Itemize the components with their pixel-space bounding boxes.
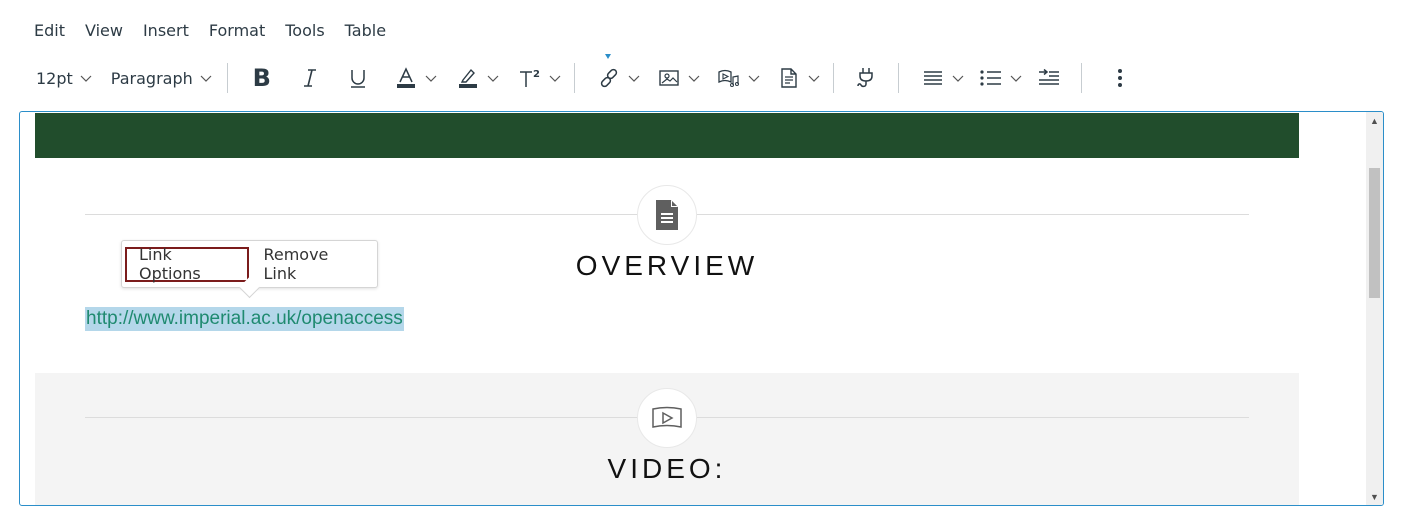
list-button[interactable] xyxy=(979,58,1023,98)
plug-icon xyxy=(854,66,878,90)
video-icon xyxy=(652,406,682,428)
superscript-button[interactable]: 2 xyxy=(518,58,562,98)
align-button[interactable] xyxy=(921,58,965,98)
header-banner xyxy=(35,113,1299,158)
italic-button[interactable] xyxy=(298,58,322,98)
toolbar-divider xyxy=(226,63,228,93)
chevron-down-icon xyxy=(80,75,92,82)
scroll-down-arrow-icon[interactable]: ▼ xyxy=(1366,488,1383,505)
font-size-value: 12pt xyxy=(36,68,73,88)
more-vertical-icon xyxy=(1108,66,1132,90)
chevron-down-icon xyxy=(487,75,499,82)
menubar: Edit View Insert Format Tools Table xyxy=(24,18,396,44)
toolbar-divider xyxy=(1080,63,1082,93)
indent-button[interactable] xyxy=(1037,58,1061,98)
toolbar: 12pt Paragraph B 2 xyxy=(24,54,1132,98)
menu-table[interactable]: Table xyxy=(335,18,396,44)
chevron-down-icon xyxy=(549,75,561,82)
text-color-icon xyxy=(394,66,418,90)
chevron-down-icon xyxy=(688,75,700,82)
document-icon xyxy=(656,200,678,230)
underline-button[interactable] xyxy=(346,58,370,98)
underline-icon xyxy=(346,66,370,90)
video-section: VIDEO: xyxy=(35,373,1299,505)
italic-icon xyxy=(298,66,322,90)
chevron-down-icon xyxy=(425,75,437,82)
text-color-button[interactable] xyxy=(394,58,438,98)
menu-insert[interactable]: Insert xyxy=(133,18,199,44)
menu-tools[interactable]: Tools xyxy=(275,18,334,44)
media-button[interactable] xyxy=(717,58,761,98)
bold-icon: B xyxy=(252,64,271,92)
superscript-icon: 2 xyxy=(518,66,542,90)
image-button[interactable] xyxy=(657,58,701,98)
media-icon xyxy=(717,66,741,90)
font-size-select[interactable]: 12pt xyxy=(24,58,93,98)
menu-edit[interactable]: Edit xyxy=(24,18,75,44)
block-format-select[interactable]: Paragraph xyxy=(111,58,213,98)
section-heading-video: VIDEO: xyxy=(607,453,727,484)
align-icon xyxy=(921,66,945,90)
plugin-button[interactable] xyxy=(854,58,878,98)
list-icon xyxy=(979,66,1003,90)
block-format-value: Paragraph xyxy=(110,68,193,88)
toolbar-divider xyxy=(832,63,834,93)
link-popup: Link Options Remove Link xyxy=(121,240,378,299)
section-heading-overview: OVERVIEW xyxy=(575,250,759,281)
chevron-down-icon xyxy=(628,75,640,82)
selected-link[interactable]: http://www.imperial.ac.uk/openaccess xyxy=(85,307,404,331)
scrollbar-thumb[interactable] xyxy=(1369,168,1380,298)
more-button[interactable] xyxy=(1108,58,1132,98)
chevron-down-icon xyxy=(200,75,212,82)
section-icon-circle xyxy=(637,388,697,448)
vertical-scrollbar[interactable]: ▲ ▼ xyxy=(1366,112,1383,505)
menu-format[interactable]: Format xyxy=(199,18,275,44)
toolbar-divider xyxy=(897,63,899,93)
scroll-up-arrow-icon[interactable]: ▲ xyxy=(1366,112,1383,129)
document-icon xyxy=(777,66,801,90)
section-icon-circle xyxy=(637,185,697,245)
active-indicator-icon xyxy=(604,54,611,59)
bold-button[interactable]: B xyxy=(250,58,274,98)
link-icon xyxy=(597,66,621,90)
chevron-down-icon xyxy=(1010,75,1022,82)
svg-text:2: 2 xyxy=(533,69,540,80)
menu-view[interactable]: View xyxy=(75,18,133,44)
chevron-down-icon xyxy=(808,75,820,82)
editor-area[interactable]: OVERVIEW Link Options Remove Link http:/… xyxy=(19,111,1384,506)
indent-icon xyxy=(1037,66,1061,90)
chevron-down-icon xyxy=(748,75,760,82)
remove-link-button[interactable]: Remove Link xyxy=(249,245,377,283)
toolbar-divider xyxy=(573,63,575,93)
image-icon xyxy=(657,66,681,90)
document-button[interactable] xyxy=(777,58,821,98)
highlight-icon xyxy=(456,66,480,90)
link-button[interactable] xyxy=(597,54,641,98)
link-options-button[interactable]: Link Options xyxy=(125,245,250,283)
highlight-button[interactable] xyxy=(456,58,500,98)
chevron-down-icon xyxy=(952,75,964,82)
